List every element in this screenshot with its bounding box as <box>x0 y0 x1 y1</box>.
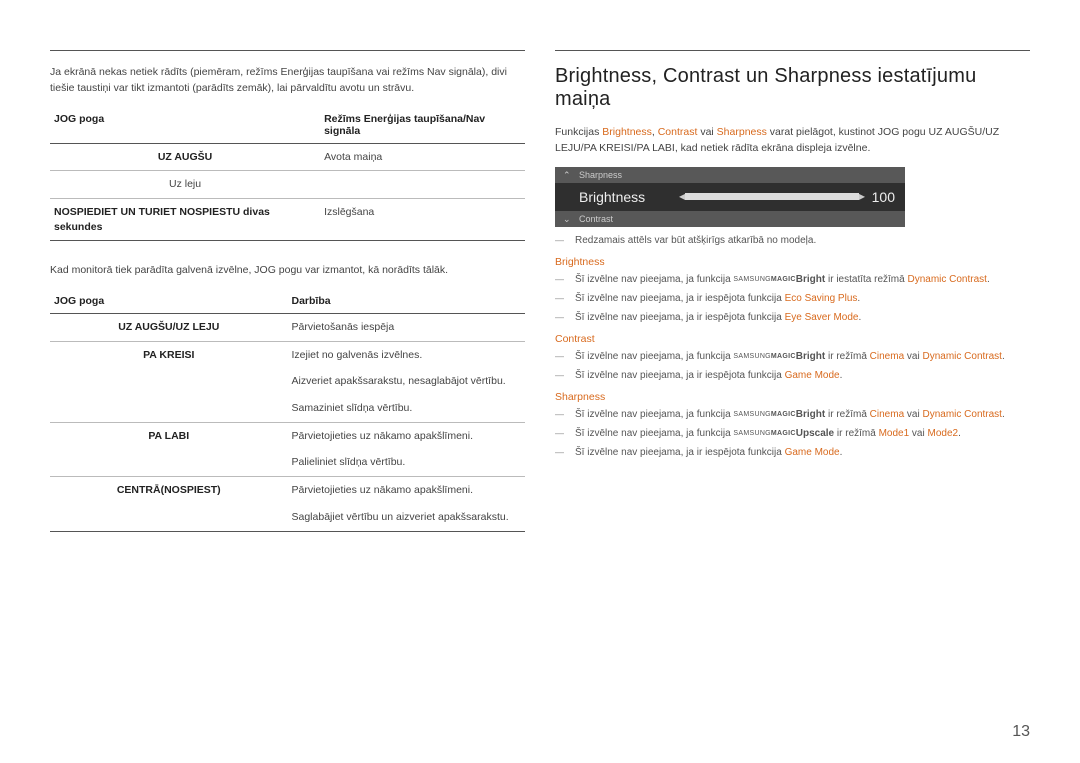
note: ― Šī izvēlne nav pieejama, ja ir iespējo… <box>555 368 1030 383</box>
osd-value: 100 <box>865 189 895 205</box>
chevron-down-icon: ⌄ <box>563 214 571 225</box>
osd-preview: ⌃ Sharpness Brightness ◀ ▶ 100 ⌄ Contras… <box>555 167 905 227</box>
disclaimer: ―Redzamais attēls var būt atšķirīgs atka… <box>555 233 1030 248</box>
divider <box>50 50 525 51</box>
table-row: UZ AUGŠU/UZ LEJU Pārvietošanās iespēja <box>50 314 525 341</box>
right-column: Brightness, Contrast un Sharpness iestat… <box>555 50 1030 532</box>
section-intro: Funkcijas Brightness, Contrast vai Sharp… <box>555 125 1030 157</box>
osd-up-option: ⌃ Sharpness <box>555 167 905 183</box>
section-heading: Brightness, Contrast un Sharpness iestat… <box>555 65 1030 111</box>
mid-paragraph: Kad monitorā tiek parādīta galvenā izvēl… <box>50 263 525 279</box>
chevron-up-icon: ⌃ <box>563 170 571 181</box>
page-number: 13 <box>1012 723 1030 741</box>
subheading-brightness: Brightness <box>555 256 1030 268</box>
table-power-mode: JOG poga Režīms Enerģijas taupīšana/Nav … <box>50 107 525 242</box>
table-header: Režīms Enerģijas taupīšana/Nav signāla <box>320 107 525 143</box>
subheading-sharpness: Sharpness <box>555 391 1030 403</box>
intro-paragraph: Ja ekrānā nekas netiek rādīts (piemēram,… <box>50 65 525 97</box>
divider <box>50 531 525 532</box>
divider <box>555 50 1030 51</box>
note: ― Šī izvēlne nav pieejama, ja funkcija S… <box>555 272 1030 287</box>
osd-current: Brightness ◀ ▶ 100 <box>555 183 905 211</box>
table-header: JOG poga <box>50 289 288 313</box>
left-column: Ja ekrānā nekas netiek rādīts (piemēram,… <box>50 50 525 532</box>
table-row: NOSPIEDIET UN TURIET NOSPIESTU divas sek… <box>50 199 525 240</box>
osd-down-option: ⌄ Contrast <box>555 211 905 227</box>
note: ― Šī izvēlne nav pieejama, ja funkcija S… <box>555 426 1030 441</box>
note: ― Šī izvēlne nav pieejama, ja ir iespējo… <box>555 445 1030 460</box>
table-row: PA KREISI Izejiet no galvenās izvēlnes. <box>50 342 525 369</box>
note: ― Šī izvēlne nav pieejama, ja ir iespējo… <box>555 291 1030 306</box>
table-row: CENTRĀ(NOSPIEST) Pārvietojieties uz nāka… <box>50 477 525 504</box>
table-actions: JOG poga Darbība UZ AUGŠU/UZ LEJU Pārvie… <box>50 289 525 532</box>
note: ― Šī izvēlne nav pieejama, ja ir iespējo… <box>555 310 1030 325</box>
subheading-contrast: Contrast <box>555 333 1030 345</box>
divider <box>50 240 525 241</box>
note: ― Šī izvēlne nav pieejama, ja funkcija S… <box>555 407 1030 422</box>
osd-slider <box>685 193 859 200</box>
table-row: PA LABI Pārvietojieties uz nākamo apakšl… <box>50 423 525 450</box>
table-header: JOG poga <box>50 107 320 143</box>
table-row: UZ AUGŠU Avota maiņa <box>50 144 525 171</box>
table-header: Darbība <box>288 289 526 313</box>
note: ― Šī izvēlne nav pieejama, ja funkcija S… <box>555 349 1030 364</box>
table-row: Uz leju <box>50 171 525 198</box>
osd-label: Brightness <box>579 189 679 205</box>
